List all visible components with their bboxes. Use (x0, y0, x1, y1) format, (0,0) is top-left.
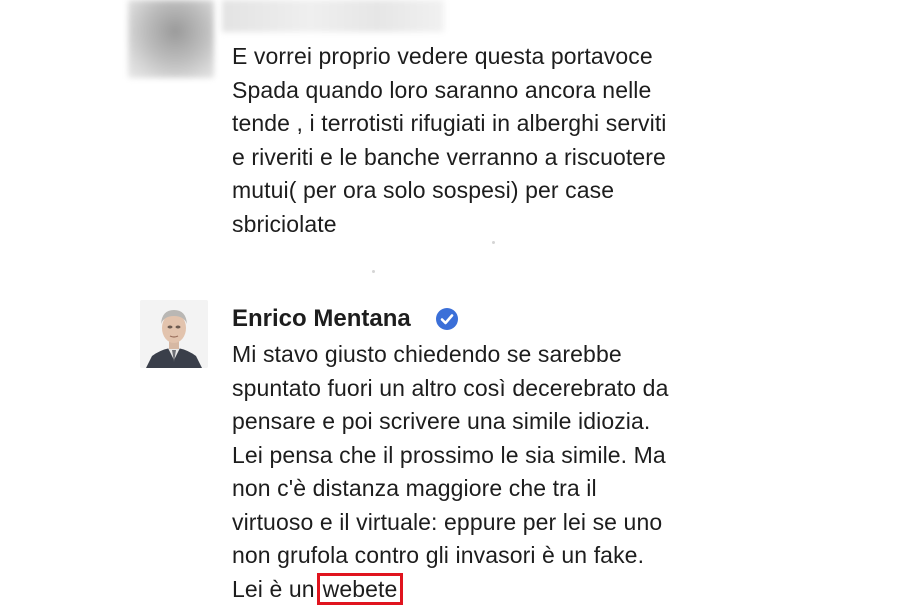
verified-badge-icon (436, 308, 458, 330)
avatar[interactable] (140, 300, 208, 368)
person-photo-icon (140, 300, 208, 368)
author-name[interactable]: Enrico Mentana (232, 305, 411, 333)
blurred-author-name (222, 0, 444, 32)
comment-body: Mi stavo giusto chiedendo se sarebbe spu… (232, 341, 669, 602)
blurred-avatar (128, 0, 214, 78)
comment-text: E vorrei proprio vedere questa portavoce… (232, 43, 667, 237)
divider-dot (492, 241, 495, 244)
comment-text: Mi stavo giusto chiedendo se sarebbe spu… (232, 338, 832, 606)
divider-dot (372, 270, 375, 273)
